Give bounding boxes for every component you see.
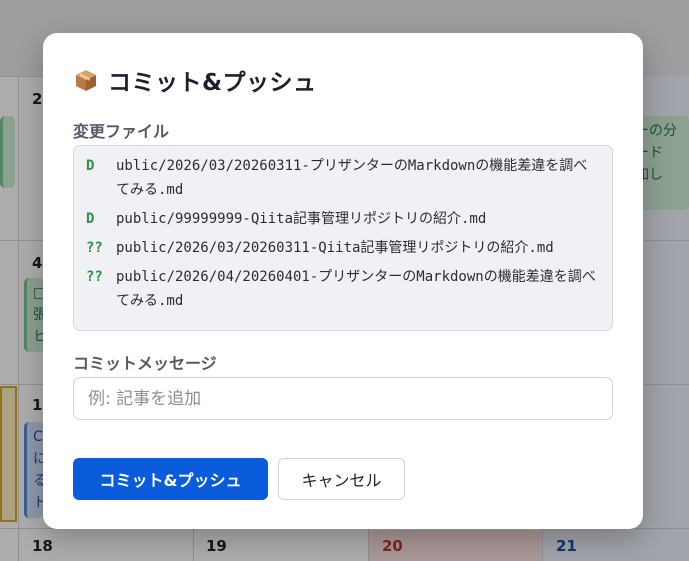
file-path: public/2026/03/20260311-Qiita記事管理リポジトリの紹… [116,240,554,256]
file-status: ?? [86,240,103,256]
file-path: public/99999999-Qiita記事管理リポジトリの紹介.md [116,211,487,227]
commit-push-button[interactable]: コミット&プッシュ [73,458,268,500]
file-status: ?? [86,269,103,285]
commit-push-dialog: コミット&プッシュ 変更ファイル D ublic/2026/03/2026031… [43,33,643,529]
file-path: public/2026/04/20260401-プリザンターのMarkdownの… [116,269,596,309]
file-item: ?? public/2026/04/20260401-プリザンターのMarkdo… [86,265,600,313]
file-item: D ublic/2026/03/20260311-プリザンターのMarkdown… [86,154,600,202]
commit-message-label: コミットメッセージ [73,354,217,373]
file-status: D [86,211,95,227]
dialog-title-text: コミット&プッシュ [108,70,317,96]
file-item: ?? public/2026/03/20260311-Qiita記事管理リポジト… [86,236,600,260]
file-path: ublic/2026/03/20260311-プリザンターのMarkdownの機… [116,158,588,198]
changed-files-list: D ublic/2026/03/20260311-プリザンターのMarkdown… [73,145,613,331]
dialog-title: コミット&プッシュ [74,63,317,97]
commit-message-input[interactable] [73,377,613,420]
file-item: D public/99999999-Qiita記事管理リポジトリの紹介.md [86,207,600,231]
files-label: 変更ファイル [73,122,170,141]
cancel-button[interactable]: キャンセル [278,458,405,500]
package-icon [74,68,98,92]
file-status: D [86,158,95,174]
